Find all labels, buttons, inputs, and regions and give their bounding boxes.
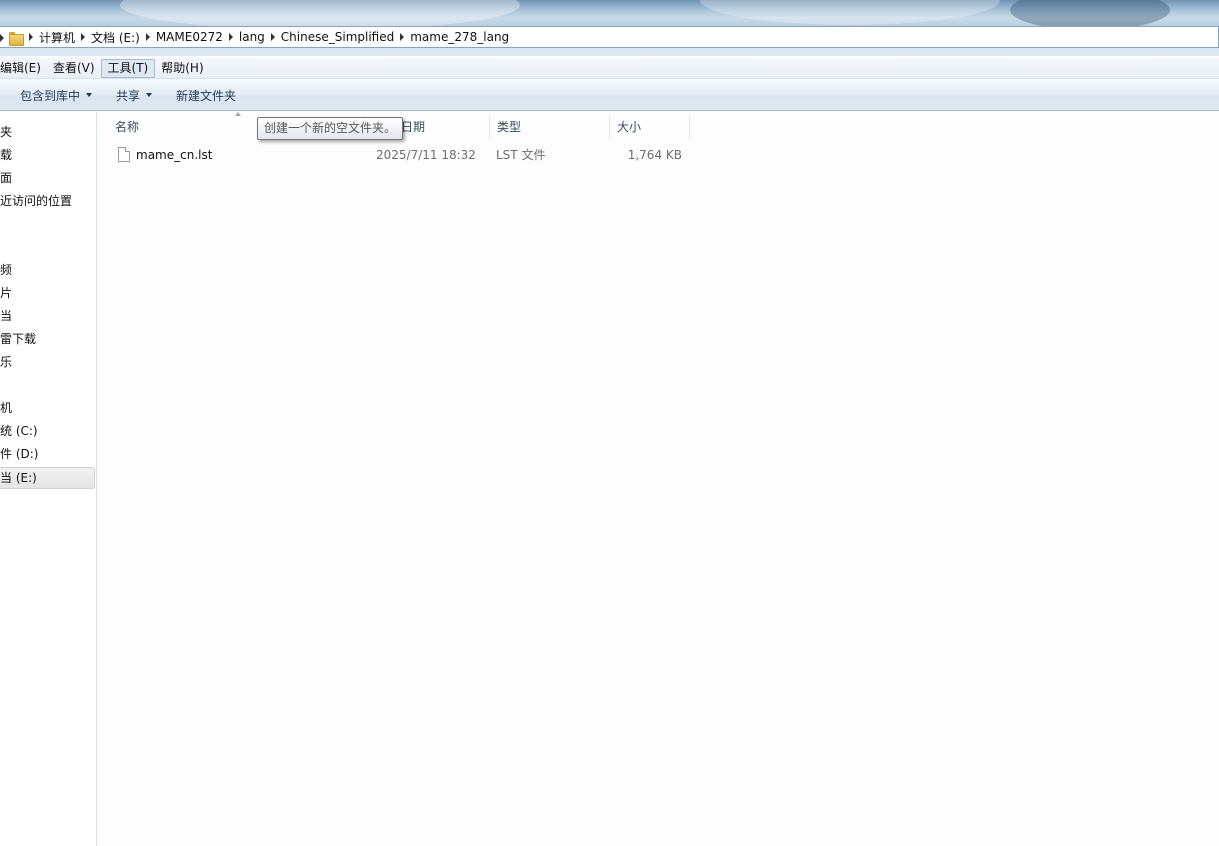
file-type: LST 文件: [496, 148, 546, 162]
table-row[interactable]: mame_cn.lst 2025/7/11 18:32 LST 文件 1,764…: [110, 144, 690, 166]
document-icon: [118, 147, 130, 162]
file-list: 名称 修改日期 类型 大小 mame_cn.lst 2025/7/11 18:3…: [98, 112, 1219, 846]
nav-item-thunder-downloads[interactable]: 雷下载: [0, 329, 95, 349]
menu-help[interactable]: 帮助(H): [155, 59, 209, 78]
chevron-right-icon[interactable]: [145, 33, 150, 41]
glass-highlight: [700, 0, 1000, 25]
chevron-right-icon[interactable]: [81, 33, 86, 41]
window-title-strip: [0, 0, 1219, 26]
chevron-right-icon[interactable]: [400, 33, 405, 41]
chevron-down-icon: [86, 93, 93, 97]
breadcrumb-mame0272[interactable]: MAME0272: [156, 30, 223, 44]
column-header-size[interactable]: 大小: [610, 115, 690, 140]
chevron-right-icon[interactable]: [29, 33, 33, 41]
menu-view[interactable]: 查看(V): [47, 59, 101, 78]
file-size: 1,764 KB: [627, 148, 682, 162]
menu-edit[interactable]: 编辑(E): [0, 59, 47, 78]
nav-item-pictures[interactable]: 片: [0, 283, 95, 303]
include-in-library-label: 包含到库中: [20, 88, 81, 103]
nav-item-downloads[interactable]: 载: [0, 145, 95, 165]
chevron-right-icon[interactable]: [270, 33, 275, 41]
nav-item-drive-d[interactable]: 件 (D:): [0, 444, 95, 464]
menu-tools[interactable]: 工具(T): [100, 58, 156, 78]
menu-bar: 编辑(E) 查看(V) 工具(T) 帮助(H): [0, 58, 1219, 79]
nav-item-videos[interactable]: 频: [0, 260, 95, 280]
new-folder-label: 新建文件夹: [176, 88, 237, 103]
address-bar[interactable]: 计算机 文档 (E:) MAME0272 lang Chinese_Simpli…: [0, 26, 1219, 48]
nav-item-recent-places[interactable]: 近访问的位置: [0, 191, 95, 211]
breadcrumb-computer[interactable]: 计算机: [39, 29, 75, 46]
chevron-right-icon[interactable]: [0, 34, 4, 42]
nav-item-music[interactable]: 乐: [0, 352, 95, 372]
glass-shadow: [1010, 0, 1170, 26]
file-date-modified: 2025/7/11 18:32: [376, 148, 476, 162]
nav-item-desktop[interactable]: 面: [0, 168, 95, 188]
nav-item-drive-e[interactable]: 当 (E:): [0, 467, 95, 489]
breadcrumb-drive-e[interactable]: 文档 (E:): [91, 29, 140, 46]
nav-item-documents[interactable]: 当: [0, 306, 95, 326]
chevron-down-icon: [146, 93, 153, 97]
share-button[interactable]: 共享: [106, 83, 162, 107]
command-bar: 包含到库中 共享 新建文件夹: [0, 80, 1219, 111]
breadcrumb-mame-278-lang[interactable]: mame_278_lang: [410, 30, 509, 44]
nav-item-favorites[interactable]: 夹: [0, 122, 95, 142]
chevron-right-icon[interactable]: [228, 33, 233, 41]
nav-item-computer[interactable]: 机: [0, 398, 95, 418]
new-folder-tooltip: 创建一个新的空文件夹。: [257, 117, 404, 140]
nav-item-drive-c[interactable]: 统 (C:): [0, 421, 95, 441]
file-name[interactable]: mame_cn.lst: [136, 144, 212, 166]
new-folder-button[interactable]: 新建文件夹: [166, 83, 246, 107]
include-in-library-button[interactable]: 包含到库中: [10, 83, 102, 107]
folder-icon: [9, 30, 24, 46]
glass-highlight: [120, 0, 520, 26]
column-header-type[interactable]: 类型: [490, 115, 610, 140]
breadcrumb-chinese-simplified[interactable]: Chinese_Simplified: [281, 30, 394, 44]
share-label: 共享: [116, 88, 141, 103]
navigation-pane: 夹 载 面 近访问的位置 频 片 当 雷下载 乐 机 统 (C:) 件 (D:)…: [0, 112, 97, 846]
breadcrumb-lang[interactable]: lang: [239, 30, 265, 44]
